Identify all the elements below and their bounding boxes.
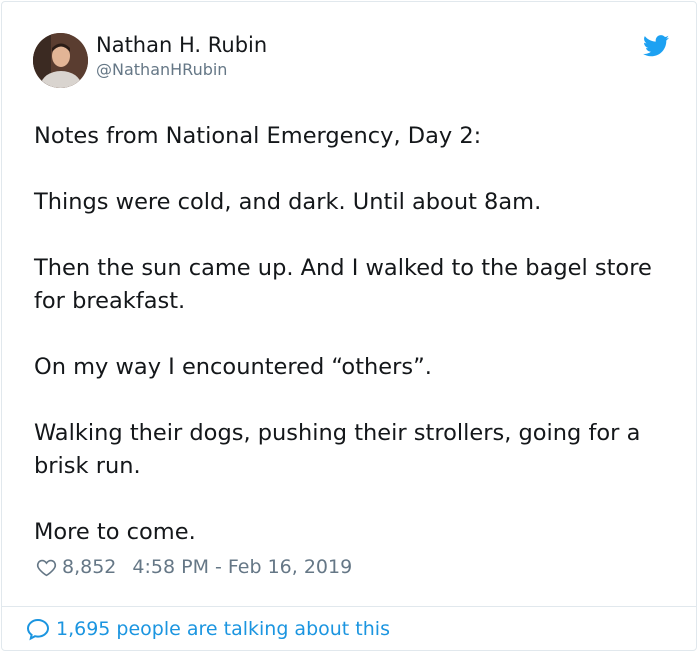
avatar[interactable] [33,33,88,88]
divider [2,606,696,607]
tweet-paragraph: More to come. [34,519,196,545]
conversation-link[interactable]: 1,695 people are talking about this [26,617,390,641]
conversation-link-label[interactable]: 1,695 people are talking about this [56,618,390,640]
tweet-card: Nathan H. Rubin @NathanHRubin Notes from… [1,1,697,651]
tweet-paragraph: On my way I encountered “others”. [34,354,432,380]
speech-bubble-icon [26,617,50,641]
tweet-paragraph: Things were cold, and dark. Until about … [34,189,542,215]
tweet-timestamp[interactable]: 4:58 PM - Feb 16, 2019 [132,556,352,578]
twitter-bird-icon[interactable] [643,35,669,57]
author-handle[interactable]: @NathanHRubin [96,60,227,79]
tweet-paragraph: Notes from National Emergency, Day 2: [34,123,482,149]
tweet-text: Notes from National Emergency, Day 2: Th… [34,120,674,549]
tweet-paragraph: Then the sun came up. And I walked to th… [34,255,652,314]
like-count[interactable]: 8,852 [62,556,116,578]
heart-icon[interactable] [36,557,57,578]
author-name[interactable]: Nathan H. Rubin [96,33,267,57]
tweet-meta: 8,852 4:58 PM - Feb 16, 2019 [36,556,352,578]
tweet-paragraph: Walking their dogs, pushing their stroll… [34,420,641,479]
